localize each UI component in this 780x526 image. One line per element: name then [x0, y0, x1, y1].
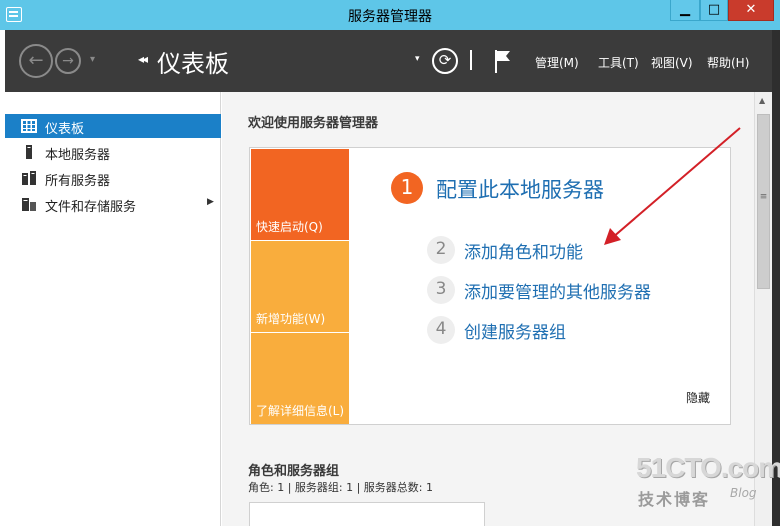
tile-learn-more[interactable]: 了解详细信息(L): [251, 333, 349, 424]
menu-view[interactable]: 视图(V): [651, 54, 693, 71]
hide-link[interactable]: 隐藏: [686, 389, 710, 406]
step-number: 3: [427, 276, 455, 304]
servers-icon: [22, 171, 36, 185]
step-add-roles-link[interactable]: 添加角色和功能: [464, 238, 583, 263]
scroll-up-icon[interactable]: ▲: [759, 96, 765, 105]
page-title: 仪表板: [157, 50, 229, 78]
step-number: 2: [427, 236, 455, 264]
breadcrumb-chevron-icon: ◂◂: [138, 52, 148, 66]
sidebar-item-label: 本地服务器: [45, 148, 111, 163]
menu-manage[interactable]: 管理(M): [535, 54, 579, 71]
sidebar: 仪表板 本地服务器 所有服务器 文件和存储服务 ▶: [5, 92, 221, 526]
menu-help[interactable]: 帮助(H): [707, 54, 749, 71]
close-button[interactable]: ✕: [728, 0, 774, 21]
tile-label: 快速启动(Q): [256, 220, 323, 234]
sidebar-item-local-server[interactable]: 本地服务器: [5, 140, 221, 164]
step-number: 4: [427, 316, 455, 344]
flag-icon[interactable]: [493, 48, 513, 74]
annotation-arrow-icon: [604, 127, 741, 245]
header-dropdown-icon[interactable]: ▾: [415, 54, 420, 64]
step-add-servers-link[interactable]: 添加要管理的其他服务器: [464, 278, 651, 303]
chevron-right-icon[interactable]: ▶: [207, 197, 214, 207]
minimize-button[interactable]: ▁: [670, 0, 700, 21]
header-bar: ← → ▾ ◂◂ 仪表板 ▾ ⟳ 管理(M) 工具(T) 视图(V) 帮助(H): [5, 30, 780, 92]
roles-summary: 角色: 1 | 服务器组: 1 | 服务器总数: 1: [248, 481, 434, 494]
step-configure-local-server-link[interactable]: 配置此本地服务器: [436, 174, 604, 204]
sidebar-item-label: 文件和存储服务: [45, 200, 137, 215]
forward-arrow-icon[interactable]: →: [55, 48, 81, 74]
sidebar-item-all-servers[interactable]: 所有服务器: [5, 166, 221, 190]
welcome-heading: 欢迎使用服务器管理器: [248, 116, 379, 131]
step-number: 1: [391, 172, 423, 204]
tile-whats-new[interactable]: 新增功能(W): [251, 241, 349, 332]
roles-card[interactable]: [249, 502, 485, 526]
refresh-icon[interactable]: ⟳: [432, 48, 458, 74]
menu-tools[interactable]: 工具(T): [598, 54, 639, 71]
sidebar-item-file-storage[interactable]: 文件和存储服务 ▶: [5, 192, 221, 216]
tile-label: 了解详细信息(L): [256, 404, 345, 418]
server-icon: [26, 145, 32, 159]
sidebar-item-label: 所有服务器: [45, 174, 111, 189]
header-separator: [470, 50, 472, 70]
watermark: 51CTO.com 技术博客 Blog: [632, 452, 780, 522]
tile-quick-start[interactable]: 快速启动(Q): [251, 149, 349, 240]
title-bar: 服务器管理器 ▁ □ ✕: [0, 0, 780, 30]
grip-icon: ≡: [759, 192, 768, 202]
scroll-thumb[interactable]: ≡: [757, 114, 770, 289]
step-create-group-link[interactable]: 创建服务器组: [464, 318, 566, 343]
dashboard-icon: [21, 119, 37, 133]
watermark-logo: 51CTO.com: [636, 452, 780, 483]
watermark-subtitle: 技术博客: [638, 490, 711, 509]
history-dropdown-icon[interactable]: ▾: [90, 54, 95, 65]
watermark-blog: Blog: [730, 486, 757, 500]
window-title: 服务器管理器: [348, 9, 432, 25]
maximize-button[interactable]: □: [700, 0, 728, 21]
back-arrow-icon[interactable]: ←: [19, 44, 53, 78]
tile-label: 新增功能(W): [256, 312, 326, 326]
roles-section-title: 角色和服务器组: [248, 464, 340, 479]
sidebar-item-label: 仪表板: [45, 122, 85, 137]
sidebar-item-dashboard[interactable]: 仪表板: [5, 114, 221, 138]
storage-icon: [22, 198, 36, 211]
